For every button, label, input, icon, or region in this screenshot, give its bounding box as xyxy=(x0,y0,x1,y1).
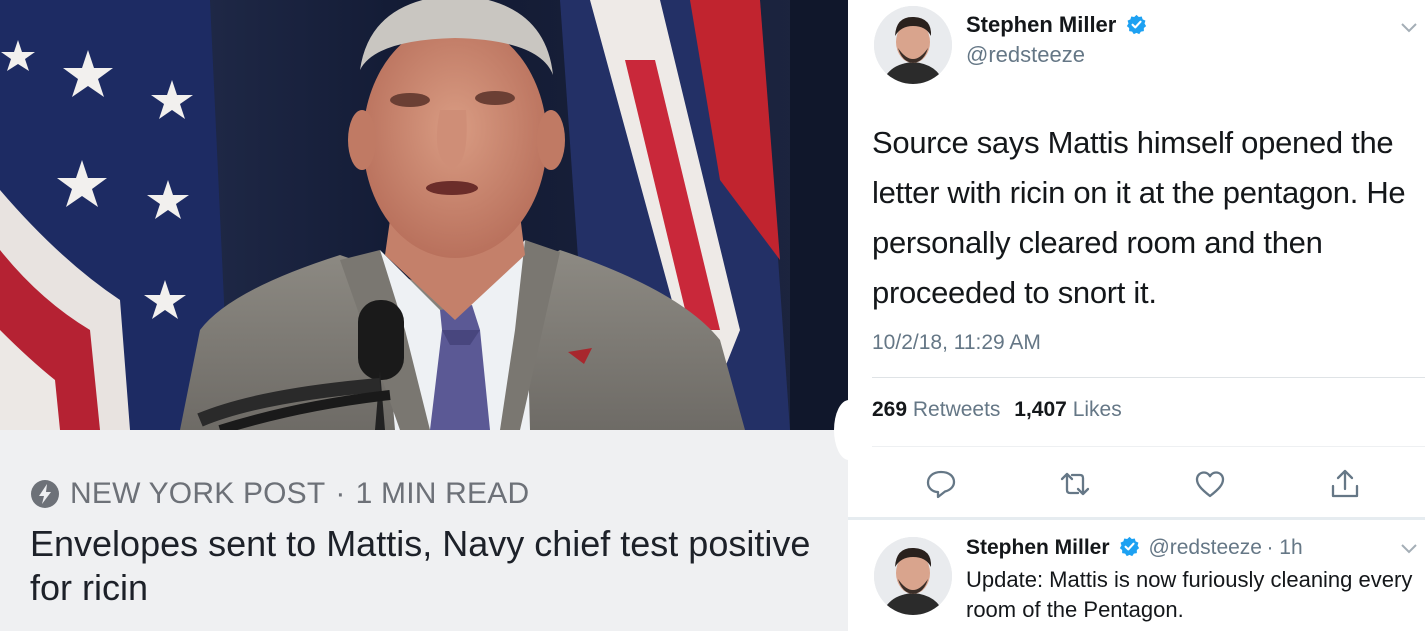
news-headline[interactable]: Envelopes sent to Mattis, Navy chief tes… xyxy=(30,522,848,610)
verified-badge-icon xyxy=(1119,536,1140,557)
divider xyxy=(872,446,1425,447)
display-name[interactable]: Stephen Miller xyxy=(966,12,1116,37)
reply-header: Stephen Miller @redsteeze · 1h xyxy=(966,536,1303,560)
reply-text: Update: Mattis is now furiously cleaning… xyxy=(966,567,1413,622)
reply-display-name[interactable]: Stephen Miller xyxy=(966,536,1110,559)
thread-separator xyxy=(848,517,1425,520)
news-read-time: 1 MIN READ xyxy=(355,477,530,510)
reply-age[interactable]: · 1h xyxy=(1266,536,1302,559)
tweet-text: Source says Mattis himself opened the le… xyxy=(872,125,1406,310)
news-article-card[interactable]: NEW YORK POST · 1 MIN READ Envelopes sen… xyxy=(0,0,848,631)
reply-avatar[interactable] xyxy=(874,537,952,615)
verified-badge-icon xyxy=(1126,14,1146,35)
retweet-label: Retweets xyxy=(912,398,1001,421)
news-meta-line: NEW YORK POST · 1 MIN READ xyxy=(30,472,529,516)
tweet-author[interactable]: Stephen Miller xyxy=(966,12,1147,38)
tweet-timestamp[interactable]: 10/2/18, 11:29 AM xyxy=(872,331,1041,355)
reply-icon[interactable] xyxy=(924,467,958,501)
retweet-stat[interactable]: 269 Retweets xyxy=(872,398,1000,421)
chevron-down-icon[interactable] xyxy=(1400,543,1418,555)
tweet-stats: 269 Retweets 1,407 Likes xyxy=(872,398,1122,422)
reply-handle[interactable]: @redsteeze xyxy=(1148,536,1262,559)
retweet-icon[interactable] xyxy=(1058,467,1092,501)
user-handle[interactable]: @redsteeze xyxy=(966,42,1085,68)
like-stat[interactable]: 1,407 Likes xyxy=(1014,398,1121,421)
tweet-panel: Stephen Miller @redsteeze Source says Ma… xyxy=(848,0,1425,631)
chevron-down-icon[interactable] xyxy=(1400,22,1418,34)
avatar[interactable] xyxy=(874,6,952,84)
like-count: 1,407 xyxy=(1014,398,1067,421)
bolt-icon xyxy=(31,480,59,508)
like-label: Likes xyxy=(1072,398,1122,421)
share-icon[interactable] xyxy=(1328,467,1362,501)
meta-separator: · xyxy=(335,477,346,510)
like-icon[interactable] xyxy=(1193,467,1227,501)
news-photo xyxy=(0,0,848,430)
news-source: NEW YORK POST xyxy=(70,477,326,510)
retweet-count: 269 xyxy=(872,398,908,421)
divider xyxy=(872,377,1425,378)
tweet-actions xyxy=(848,462,1425,506)
